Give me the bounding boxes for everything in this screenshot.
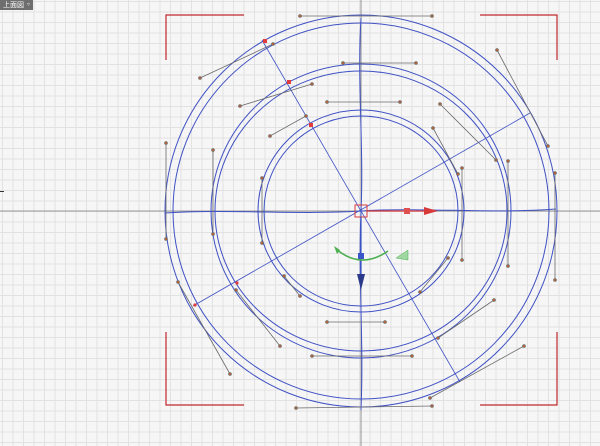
viewport-menu-arrow-icon[interactable]: ▿ — [27, 0, 30, 10]
move-gizmo-icon[interactable] — [354, 204, 438, 290]
viewport-edge-tick — [0, 191, 4, 192]
top-viewport[interactable]: 上面図 ▿ — [0, 0, 600, 446]
spline-scene[interactable] — [0, 0, 600, 446]
viewport-label[interactable]: 上面図 ▿ — [0, 0, 34, 10]
rotate-gizmo-icon[interactable] — [334, 246, 409, 261]
viewport-name: 上面図 — [3, 1, 24, 9]
